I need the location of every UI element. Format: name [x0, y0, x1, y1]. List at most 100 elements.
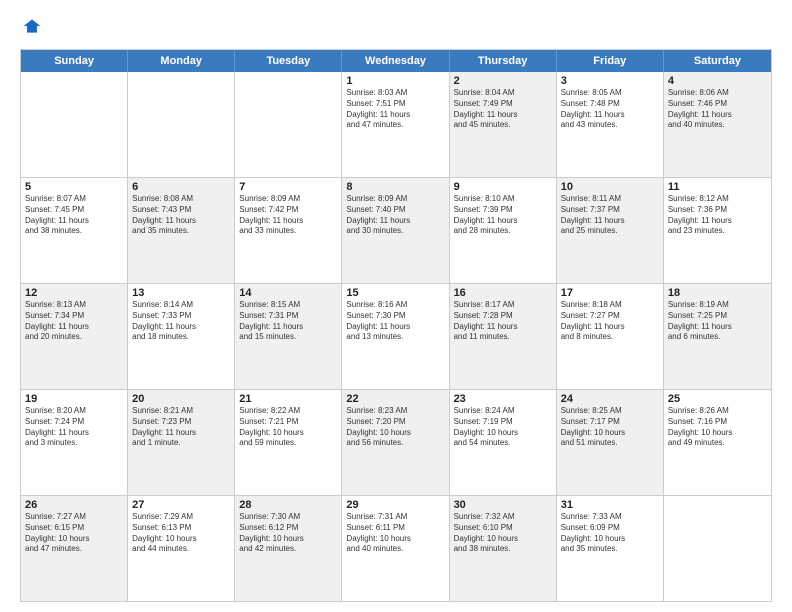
day-info: Sunrise: 7:30 AM Sunset: 6:12 PM Dayligh… — [239, 512, 337, 555]
calendar-row-3: 19Sunrise: 8:20 AM Sunset: 7:24 PM Dayli… — [21, 390, 771, 496]
day-number: 13 — [132, 287, 230, 299]
day-number: 4 — [668, 75, 767, 87]
calendar-row-1: 5Sunrise: 8:07 AM Sunset: 7:45 PM Daylig… — [21, 178, 771, 284]
day-cell-6: 6Sunrise: 8:08 AM Sunset: 7:43 PM Daylig… — [128, 178, 235, 283]
day-cell-21: 21Sunrise: 8:22 AM Sunset: 7:21 PM Dayli… — [235, 390, 342, 495]
logo — [20, 16, 42, 41]
day-info: Sunrise: 8:08 AM Sunset: 7:43 PM Dayligh… — [132, 194, 230, 237]
day-info: Sunrise: 7:27 AM Sunset: 6:15 PM Dayligh… — [25, 512, 123, 555]
day-number: 20 — [132, 393, 230, 405]
day-info: Sunrise: 8:09 AM Sunset: 7:40 PM Dayligh… — [346, 194, 444, 237]
day-info: Sunrise: 8:09 AM Sunset: 7:42 PM Dayligh… — [239, 194, 337, 237]
day-cell-14: 14Sunrise: 8:15 AM Sunset: 7:31 PM Dayli… — [235, 284, 342, 389]
day-number: 16 — [454, 287, 552, 299]
day-cell-29: 29Sunrise: 7:31 AM Sunset: 6:11 PM Dayli… — [342, 496, 449, 601]
day-info: Sunrise: 8:23 AM Sunset: 7:20 PM Dayligh… — [346, 406, 444, 449]
day-cell-24: 24Sunrise: 8:25 AM Sunset: 7:17 PM Dayli… — [557, 390, 664, 495]
calendar-body: 1Sunrise: 8:03 AM Sunset: 7:51 PM Daylig… — [21, 72, 771, 601]
day-info: Sunrise: 8:15 AM Sunset: 7:31 PM Dayligh… — [239, 300, 337, 343]
header-day-saturday: Saturday — [664, 50, 771, 72]
day-number: 9 — [454, 181, 552, 193]
day-number: 19 — [25, 393, 123, 405]
day-info: Sunrise: 8:12 AM Sunset: 7:36 PM Dayligh… — [668, 194, 767, 237]
empty-cell-r0c1 — [128, 72, 235, 177]
day-number: 6 — [132, 181, 230, 193]
day-info: Sunrise: 8:20 AM Sunset: 7:24 PM Dayligh… — [25, 406, 123, 449]
day-number: 10 — [561, 181, 659, 193]
calendar-row-2: 12Sunrise: 8:13 AM Sunset: 7:34 PM Dayli… — [21, 284, 771, 390]
day-number: 31 — [561, 499, 659, 511]
day-info: Sunrise: 7:32 AM Sunset: 6:10 PM Dayligh… — [454, 512, 552, 555]
day-cell-7: 7Sunrise: 8:09 AM Sunset: 7:42 PM Daylig… — [235, 178, 342, 283]
day-cell-1: 1Sunrise: 8:03 AM Sunset: 7:51 PM Daylig… — [342, 72, 449, 177]
day-number: 25 — [668, 393, 767, 405]
day-number: 5 — [25, 181, 123, 193]
day-number: 11 — [668, 181, 767, 193]
day-cell-20: 20Sunrise: 8:21 AM Sunset: 7:23 PM Dayli… — [128, 390, 235, 495]
day-info: Sunrise: 8:24 AM Sunset: 7:19 PM Dayligh… — [454, 406, 552, 449]
day-info: Sunrise: 8:11 AM Sunset: 7:37 PM Dayligh… — [561, 194, 659, 237]
day-info: Sunrise: 8:22 AM Sunset: 7:21 PM Dayligh… — [239, 406, 337, 449]
day-info: Sunrise: 7:31 AM Sunset: 6:11 PM Dayligh… — [346, 512, 444, 555]
day-number: 29 — [346, 499, 444, 511]
day-cell-26: 26Sunrise: 7:27 AM Sunset: 6:15 PM Dayli… — [21, 496, 128, 601]
header-day-monday: Monday — [128, 50, 235, 72]
day-cell-8: 8Sunrise: 8:09 AM Sunset: 7:40 PM Daylig… — [342, 178, 449, 283]
empty-cell-r0c2 — [235, 72, 342, 177]
day-info: Sunrise: 8:18 AM Sunset: 7:27 PM Dayligh… — [561, 300, 659, 343]
calendar-header: SundayMondayTuesdayWednesdayThursdayFrid… — [21, 50, 771, 72]
day-cell-11: 11Sunrise: 8:12 AM Sunset: 7:36 PM Dayli… — [664, 178, 771, 283]
day-number: 27 — [132, 499, 230, 511]
day-number: 22 — [346, 393, 444, 405]
day-cell-12: 12Sunrise: 8:13 AM Sunset: 7:34 PM Dayli… — [21, 284, 128, 389]
header-day-sunday: Sunday — [21, 50, 128, 72]
day-cell-16: 16Sunrise: 8:17 AM Sunset: 7:28 PM Dayli… — [450, 284, 557, 389]
page: SundayMondayTuesdayWednesdayThursdayFrid… — [0, 0, 792, 612]
day-number: 18 — [668, 287, 767, 299]
header-day-friday: Friday — [557, 50, 664, 72]
day-number: 28 — [239, 499, 337, 511]
day-cell-25: 25Sunrise: 8:26 AM Sunset: 7:16 PM Dayli… — [664, 390, 771, 495]
day-cell-30: 30Sunrise: 7:32 AM Sunset: 6:10 PM Dayli… — [450, 496, 557, 601]
day-number: 21 — [239, 393, 337, 405]
day-cell-4: 4Sunrise: 8:06 AM Sunset: 7:46 PM Daylig… — [664, 72, 771, 177]
empty-cell-r4c6 — [664, 496, 771, 601]
day-info: Sunrise: 8:17 AM Sunset: 7:28 PM Dayligh… — [454, 300, 552, 343]
day-cell-19: 19Sunrise: 8:20 AM Sunset: 7:24 PM Dayli… — [21, 390, 128, 495]
day-cell-23: 23Sunrise: 8:24 AM Sunset: 7:19 PM Dayli… — [450, 390, 557, 495]
header-day-wednesday: Wednesday — [342, 50, 449, 72]
logo-icon — [22, 16, 42, 36]
day-info: Sunrise: 8:25 AM Sunset: 7:17 PM Dayligh… — [561, 406, 659, 449]
day-info: Sunrise: 8:04 AM Sunset: 7:49 PM Dayligh… — [454, 88, 552, 131]
day-number: 7 — [239, 181, 337, 193]
day-cell-3: 3Sunrise: 8:05 AM Sunset: 7:48 PM Daylig… — [557, 72, 664, 177]
day-number: 3 — [561, 75, 659, 87]
empty-cell-r0c0 — [21, 72, 128, 177]
day-info: Sunrise: 8:14 AM Sunset: 7:33 PM Dayligh… — [132, 300, 230, 343]
day-info: Sunrise: 8:06 AM Sunset: 7:46 PM Dayligh… — [668, 88, 767, 131]
day-cell-18: 18Sunrise: 8:19 AM Sunset: 7:25 PM Dayli… — [664, 284, 771, 389]
day-info: Sunrise: 8:10 AM Sunset: 7:39 PM Dayligh… — [454, 194, 552, 237]
day-info: Sunrise: 8:05 AM Sunset: 7:48 PM Dayligh… — [561, 88, 659, 131]
day-number: 1 — [346, 75, 444, 87]
day-number: 8 — [346, 181, 444, 193]
day-info: Sunrise: 8:07 AM Sunset: 7:45 PM Dayligh… — [25, 194, 123, 237]
day-cell-17: 17Sunrise: 8:18 AM Sunset: 7:27 PM Dayli… — [557, 284, 664, 389]
day-cell-13: 13Sunrise: 8:14 AM Sunset: 7:33 PM Dayli… — [128, 284, 235, 389]
calendar-row-0: 1Sunrise: 8:03 AM Sunset: 7:51 PM Daylig… — [21, 72, 771, 178]
day-info: Sunrise: 8:21 AM Sunset: 7:23 PM Dayligh… — [132, 406, 230, 449]
day-info: Sunrise: 7:29 AM Sunset: 6:13 PM Dayligh… — [132, 512, 230, 555]
header-day-tuesday: Tuesday — [235, 50, 342, 72]
day-info: Sunrise: 8:13 AM Sunset: 7:34 PM Dayligh… — [25, 300, 123, 343]
day-info: Sunrise: 8:03 AM Sunset: 7:51 PM Dayligh… — [346, 88, 444, 131]
day-number: 26 — [25, 499, 123, 511]
day-info: Sunrise: 8:26 AM Sunset: 7:16 PM Dayligh… — [668, 406, 767, 449]
day-cell-31: 31Sunrise: 7:33 AM Sunset: 6:09 PM Dayli… — [557, 496, 664, 601]
day-number: 15 — [346, 287, 444, 299]
day-cell-5: 5Sunrise: 8:07 AM Sunset: 7:45 PM Daylig… — [21, 178, 128, 283]
day-info: Sunrise: 8:16 AM Sunset: 7:30 PM Dayligh… — [346, 300, 444, 343]
day-cell-15: 15Sunrise: 8:16 AM Sunset: 7:30 PM Dayli… — [342, 284, 449, 389]
header — [20, 16, 772, 41]
day-info: Sunrise: 7:33 AM Sunset: 6:09 PM Dayligh… — [561, 512, 659, 555]
day-cell-27: 27Sunrise: 7:29 AM Sunset: 6:13 PM Dayli… — [128, 496, 235, 601]
